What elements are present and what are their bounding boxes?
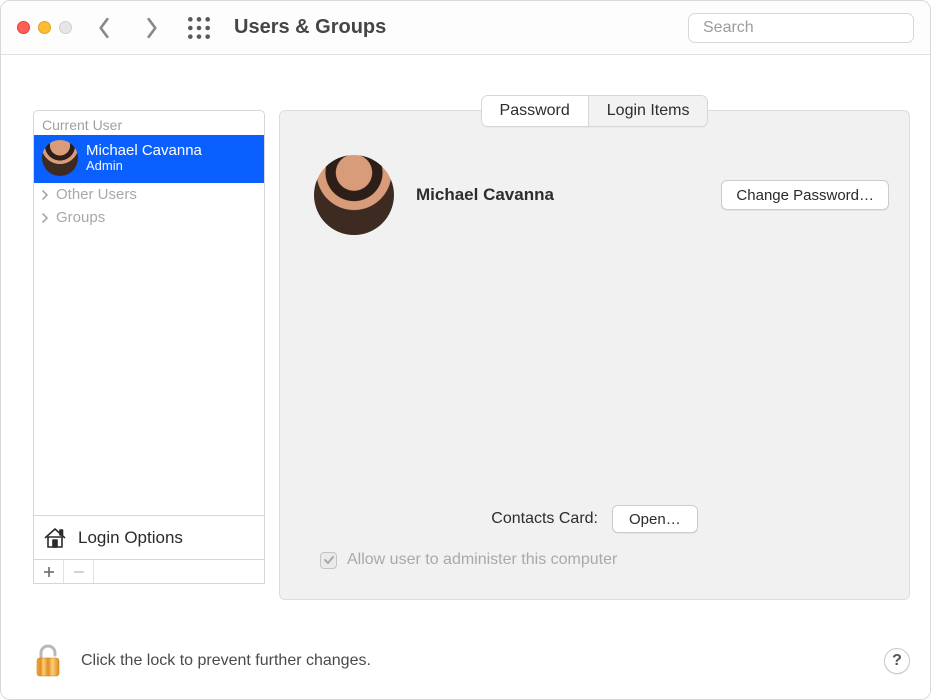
login-options-label: Login Options <box>78 528 183 548</box>
tab-login-items[interactable]: Login Items <box>589 96 708 126</box>
window-controls <box>17 21 72 34</box>
sidebar-section-header: Current User <box>34 111 264 135</box>
plus-icon <box>43 566 55 578</box>
contacts-card-label: Contacts Card: <box>491 510 598 528</box>
window: Users & Groups Current User Michael Cava… <box>0 0 931 700</box>
sidebar-user-role: Admin <box>86 159 202 174</box>
sidebar-user-name: Michael Cavanna <box>86 142 202 159</box>
avatar <box>42 140 78 176</box>
sidebar: Current User Michael Cavanna Admin Other… <box>33 110 265 560</box>
back-button[interactable] <box>94 15 114 41</box>
chevron-left-icon <box>97 17 111 39</box>
nav-arrows <box>94 15 162 41</box>
check-icon <box>323 554 335 566</box>
close-window-button[interactable] <box>17 21 30 34</box>
chevron-right-icon <box>145 17 159 39</box>
minus-icon <box>73 566 85 578</box>
tab-bar: Password Login Items <box>481 95 709 127</box>
open-contacts-card-button[interactable]: Open… <box>612 505 698 533</box>
login-options-row[interactable]: Login Options <box>34 515 264 559</box>
lock-text: Click the lock to prevent further change… <box>81 652 371 670</box>
search-field-wrap[interactable] <box>688 13 914 43</box>
avatar-large[interactable] <box>314 155 394 235</box>
sidebar-other-users[interactable]: Other Users <box>34 183 264 206</box>
admin-checkbox <box>320 552 337 569</box>
forward-button[interactable] <box>142 15 162 41</box>
body: Current User Michael Cavanna Admin Other… <box>1 55 930 699</box>
sidebar-add-remove-bar <box>33 560 265 584</box>
profile-row: Michael Cavanna Change Password… <box>314 155 889 235</box>
help-button[interactable]: ? <box>884 648 910 674</box>
toolbar: Users & Groups <box>1 1 930 55</box>
lock-icon[interactable] <box>33 643 63 679</box>
minimize-window-button[interactable] <box>38 21 51 34</box>
tab-password[interactable]: Password <box>482 96 589 126</box>
main-panel: Password Login Items Michael Cavanna Cha… <box>279 110 910 600</box>
admin-checkbox-row: Allow user to administer this computer <box>320 551 617 569</box>
sidebar-item-label: Groups <box>56 209 105 226</box>
show-all-prefs-button[interactable] <box>186 15 212 41</box>
user-display-name: Michael Cavanna <box>416 185 554 205</box>
house-icon <box>42 525 68 551</box>
sidebar-user-name-col: Michael Cavanna Admin <box>86 142 202 174</box>
zoom-window-button <box>59 21 72 34</box>
sidebar-item-label: Other Users <box>56 186 137 203</box>
remove-user-button <box>64 560 94 583</box>
add-user-button[interactable] <box>34 560 64 583</box>
chevron-right-icon <box>40 190 50 200</box>
contacts-card-row: Contacts Card: Open… <box>280 505 909 533</box>
window-title: Users & Groups <box>234 16 386 39</box>
sidebar-current-user[interactable]: Michael Cavanna Admin <box>34 135 264 183</box>
lock-row: Click the lock to prevent further change… <box>33 643 910 679</box>
admin-checkbox-label: Allow user to administer this computer <box>347 551 617 569</box>
search-input[interactable] <box>703 19 910 37</box>
change-password-button[interactable]: Change Password… <box>721 180 889 210</box>
grid-icon <box>186 15 212 41</box>
sidebar-groups[interactable]: Groups <box>34 206 264 229</box>
chevron-right-icon <box>40 213 50 223</box>
